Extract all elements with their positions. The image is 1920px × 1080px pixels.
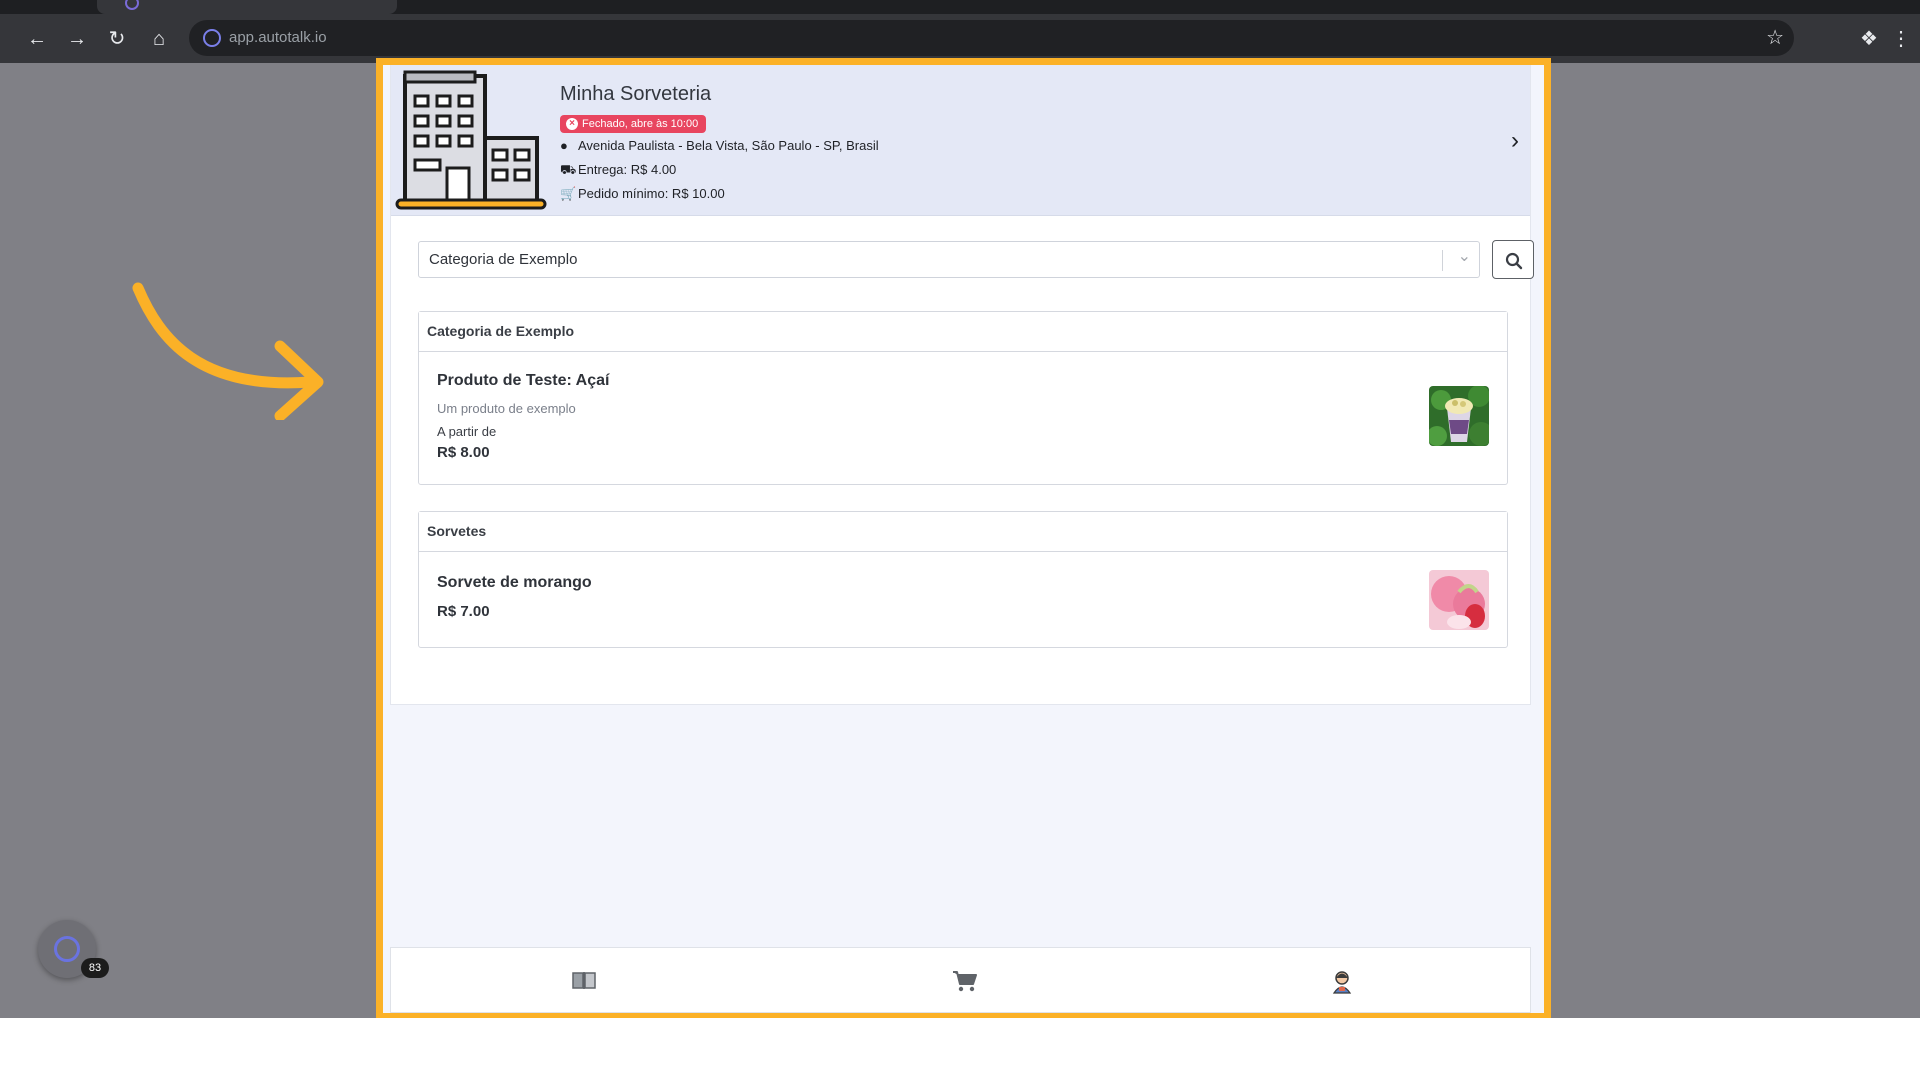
min-order-line: 🛒 Pedido mínimo: R$ 10.00 <box>560 186 725 202</box>
browser-tab[interactable] <box>97 0 397 14</box>
cart-icon <box>953 971 977 992</box>
truck-icon: ⛟ <box>560 162 577 177</box>
category-select[interactable]: Categoria de Exemplo ⌄ <box>418 241 1480 278</box>
cart-small-icon: 🛒 <box>560 186 577 201</box>
bottom-nav <box>390 947 1531 1013</box>
search-button[interactable] <box>1492 240 1534 279</box>
category-card: Categoria de Exemplo Produto de Teste: A… <box>418 311 1508 485</box>
category-select-value: Categoria de Exemplo <box>429 251 578 268</box>
extensions-puzzle-icon[interactable]: ❖ <box>1854 24 1884 54</box>
store-building-icon <box>395 70 547 210</box>
nav-cart-button[interactable] <box>952 970 980 994</box>
category-card: Sorvetes Sorvete de morango R$ 7.00 <box>418 511 1508 648</box>
category-title: Sorvetes <box>419 512 1507 552</box>
product-name: Sorvete de morango <box>437 574 592 591</box>
chevron-right-icon[interactable]: › <box>1511 127 1519 155</box>
product-image <box>1429 570 1489 630</box>
min-order-text: Pedido mínimo: R$ 10.00 <box>578 186 725 201</box>
forward-icon[interactable]: → <box>62 24 92 54</box>
user-icon <box>1332 971 1352 994</box>
home-icon[interactable]: ⌂ <box>144 24 174 54</box>
product-description: Um produto de exemplo <box>437 401 576 416</box>
product-name: Produto de Teste: Açaí <box>437 372 610 389</box>
tab-favicon-icon <box>125 0 139 10</box>
extension-launcher[interactable]: 83 <box>38 920 109 978</box>
nav-menu-button[interactable] <box>572 970 600 994</box>
back-icon[interactable]: ← <box>22 24 52 54</box>
extension-badge: 83 <box>81 958 109 978</box>
annotation-arrow-icon <box>132 282 324 420</box>
book-icon <box>572 972 596 989</box>
page-bottom-area <box>0 1018 1920 1080</box>
reload-icon[interactable]: ↻ <box>102 24 132 54</box>
store-page: Minha Sorveteria × Fechado, abre às 10:0… <box>390 65 1534 705</box>
url-text[interactable]: app.autotalk.io <box>229 29 327 46</box>
address-text: Avenida Paulista - Bela Vista, São Paulo… <box>578 138 879 153</box>
address-line: ● Avenida Paulista - Bela Vista, São Paul… <box>560 138 879 153</box>
extension-ring-icon <box>54 936 80 962</box>
product-price-prefix: A partir de <box>437 424 497 439</box>
nav-profile-button[interactable] <box>1331 970 1359 994</box>
store-name: Minha Sorveteria <box>560 83 712 105</box>
chevron-down-icon[interactable]: ⌄ <box>1458 246 1471 266</box>
select-divider <box>1442 250 1443 271</box>
browser-toolbar: ← → ↻ ⌂ app.autotalk.io ☆ ❖ ⋮ <box>0 14 1920 63</box>
store-header[interactable]: Minha Sorveteria × Fechado, abre às 10:0… <box>391 65 1530 216</box>
browser-tab-strip <box>0 0 1920 14</box>
address-bar[interactable]: app.autotalk.io ☆ <box>189 20 1794 56</box>
app-frame: Minha Sorveteria × Fechado, abre às 10:0… <box>376 58 1551 1020</box>
product-price: R$ 8.00 <box>437 444 490 461</box>
bookmark-star-icon[interactable]: ☆ <box>1766 25 1784 50</box>
product-price: R$ 7.00 <box>437 603 490 620</box>
status-badge: × Fechado, abre às 10:00 <box>560 115 707 133</box>
search-icon <box>1505 252 1523 270</box>
site-icon <box>203 29 221 47</box>
delivery-text: Entrega: R$ 4.00 <box>578 162 677 177</box>
delivery-line: ⛟ Entrega: R$ 4.00 <box>560 162 676 180</box>
status-text: Fechado, abre às 10:00 <box>582 118 699 130</box>
close-circle-icon: × <box>566 118 578 130</box>
location-pin-icon: ● <box>560 138 568 153</box>
product-image <box>1429 386 1489 446</box>
browser-menu-icon[interactable]: ⋮ <box>1886 24 1916 54</box>
category-title: Categoria de Exemplo <box>419 312 1507 352</box>
